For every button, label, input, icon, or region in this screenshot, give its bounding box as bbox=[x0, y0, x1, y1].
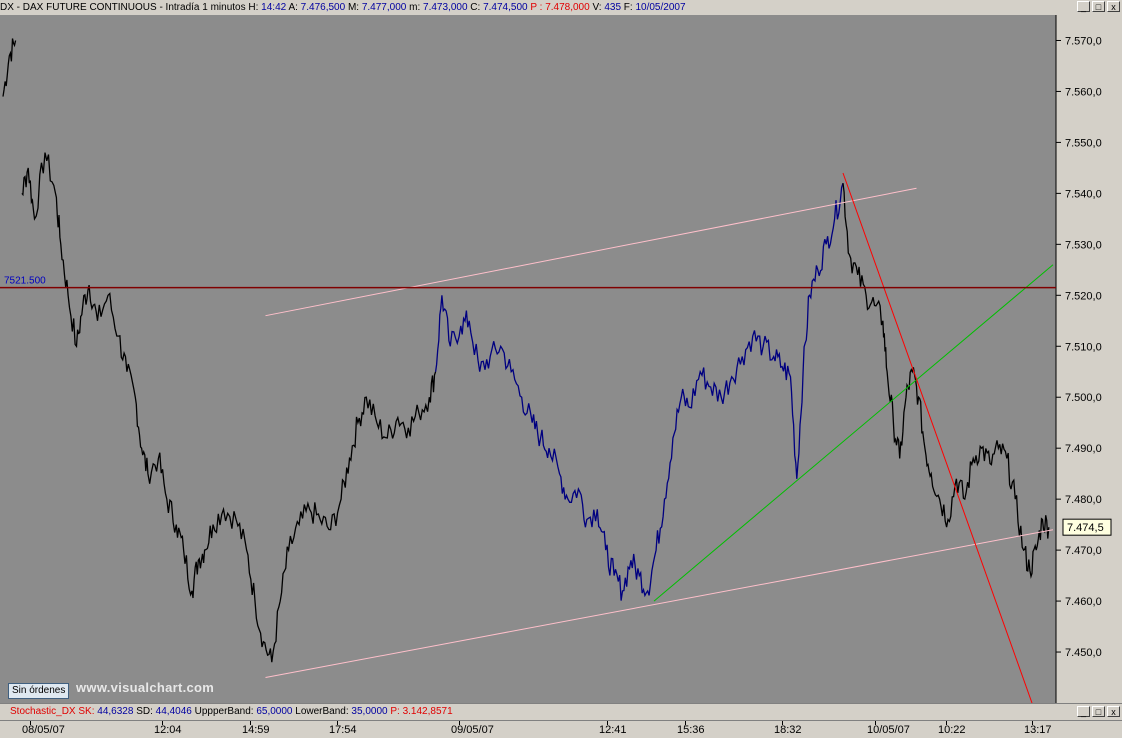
y-tick-label: 7.520,0 bbox=[1065, 290, 1102, 302]
x-tick-label: 13:17 bbox=[1024, 724, 1052, 736]
last-price-label: 7.474,5 bbox=[1067, 522, 1104, 534]
x-tick-label: 15:36 bbox=[677, 724, 705, 736]
p-label: P : bbox=[530, 2, 543, 13]
window-title-bar: DX - DAX FUTURE CONTINUOUS - Intradía 1 … bbox=[0, 0, 1122, 16]
indicator-restore-button[interactable]: □ bbox=[1092, 706, 1105, 717]
y-tick-label: 7.560,0 bbox=[1065, 86, 1102, 98]
restore-button[interactable]: □ bbox=[1092, 1, 1105, 12]
sd-value: 44,4046 bbox=[155, 706, 192, 717]
last-price-marker: 7.474,5 bbox=[1062, 518, 1112, 536]
h-value: 14:42 bbox=[261, 2, 287, 13]
y-tick-label: 7.540,0 bbox=[1065, 188, 1102, 200]
upper-value: 65,0000 bbox=[256, 706, 293, 717]
y-tick-label: 7.570,0 bbox=[1065, 35, 1102, 47]
v-value: 435 bbox=[604, 2, 622, 13]
x-tick-label: 09/05/07 bbox=[451, 724, 494, 736]
y-tick-label: 7.510,0 bbox=[1065, 341, 1102, 353]
h-label: H: bbox=[248, 2, 259, 13]
x-tick-label: 10/05/07 bbox=[867, 724, 910, 736]
v-label: V: bbox=[592, 2, 602, 13]
f-label: F: bbox=[623, 2, 633, 13]
x-tick-label: 08/05/07 bbox=[22, 724, 65, 736]
x-tick-label: 18:32 bbox=[774, 724, 802, 736]
f-value: 10/05/2007 bbox=[635, 2, 686, 13]
close-button[interactable]: x bbox=[1107, 1, 1120, 12]
indicator-close-button[interactable]: x bbox=[1107, 706, 1120, 717]
plot-area[interactable] bbox=[0, 15, 1056, 703]
upper-label: UppperBand: bbox=[194, 706, 254, 717]
minimize-button[interactable]: _ bbox=[1077, 1, 1090, 12]
y-tick-label: 7.470,0 bbox=[1065, 545, 1102, 557]
mi-value: 7.473,000 bbox=[423, 2, 468, 13]
c-value: 7.474,500 bbox=[483, 2, 528, 13]
indicator-controls: _ □ x bbox=[1077, 706, 1120, 717]
indicator-name: Stochastic_DX bbox=[10, 706, 76, 717]
watermark: www.visualchart.com bbox=[76, 680, 215, 695]
indicator-minimize-button[interactable]: _ bbox=[1077, 706, 1090, 717]
sk-label: SK: bbox=[78, 706, 95, 717]
mi-label: m: bbox=[409, 2, 421, 13]
a-label: A: bbox=[288, 2, 298, 13]
lower-value: 35,0000 bbox=[351, 706, 388, 717]
title-prefix: DX - DAX FUTURE CONTINUOUS - Intradía 1 … bbox=[0, 2, 246, 13]
a-value: 7.476,500 bbox=[300, 2, 346, 13]
orders-button[interactable]: Sin órdenes bbox=[8, 683, 70, 699]
x-tick-label: 10:22 bbox=[938, 724, 966, 736]
ind-p-label: P: bbox=[390, 706, 400, 717]
p-value: 7.478,000 bbox=[545, 2, 590, 13]
x-tick-label: 14:59 bbox=[242, 724, 270, 736]
y-tick-label: 7.450,0 bbox=[1065, 647, 1102, 659]
x-tick-label: 12:04 bbox=[154, 724, 182, 736]
y-tick-label: 7.550,0 bbox=[1065, 137, 1102, 149]
y-tick-label: 7.480,0 bbox=[1065, 494, 1102, 506]
c-label: C: bbox=[470, 2, 481, 13]
y-tick-label: 7.490,0 bbox=[1065, 443, 1102, 455]
y-tick-label: 7.530,0 bbox=[1065, 239, 1102, 251]
m-label: M: bbox=[347, 2, 360, 13]
y-tick-label: 7.500,0 bbox=[1065, 392, 1102, 404]
indicator-bar: Stochastic_DX SK: 44,6328 SD: 44,4046 Up… bbox=[0, 703, 1122, 720]
m-value: 7.477,000 bbox=[361, 2, 407, 13]
window-controls: _ □ x bbox=[1077, 1, 1120, 12]
lower-label: LowerBand: bbox=[295, 706, 349, 717]
support-level-label: 7521.500 bbox=[4, 276, 46, 287]
sk-value: 44,6328 bbox=[97, 706, 134, 717]
x-tick-label: 12:41 bbox=[599, 724, 627, 736]
ind-p-value: 3.142,8571 bbox=[402, 706, 453, 717]
y-tick-label: 7.460,0 bbox=[1065, 596, 1102, 608]
x-tick-label: 17:54 bbox=[329, 724, 357, 736]
sd-label: SD: bbox=[136, 706, 153, 717]
x-axis: 08/05/07 12:04 14:59 17:54 09/05/07 12:41 15:3… bbox=[0, 720, 1122, 738]
price-chart[interactable]: 7.450,0 7.460,0 7.470,0 7.480,0 7.490,0 7.500… bbox=[0, 15, 1122, 703]
